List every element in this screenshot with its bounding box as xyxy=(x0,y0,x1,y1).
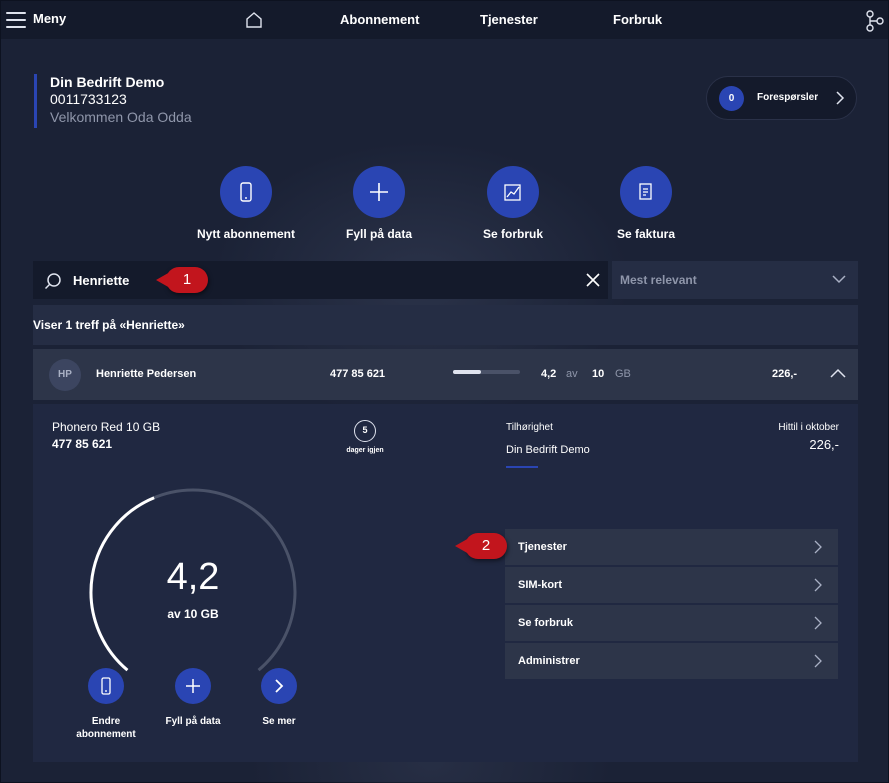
phone-icon xyxy=(220,166,272,218)
until-value: 226,- xyxy=(809,437,839,452)
menu-item-tjenester[interactable]: Tjenester xyxy=(505,529,838,565)
chart-icon xyxy=(487,166,539,218)
gauge-of-total: av 10 GB xyxy=(167,607,219,621)
quick-action-top-up-data[interactable]: Fyll på data xyxy=(324,166,434,241)
hierarchy-icon[interactable] xyxy=(865,10,885,32)
see-more-button[interactable]: Se mer xyxy=(234,668,324,728)
chevron-right-icon xyxy=(814,578,822,592)
company-name: Din Bedrift Demo xyxy=(50,74,165,90)
sort-selected-value: Mest relevant xyxy=(620,273,697,287)
days-left: 5 dager igjen xyxy=(343,420,387,454)
results-summary-bar: Viser 1 treff på «Henriette» xyxy=(33,305,858,345)
hamburger-menu-icon[interactable] xyxy=(6,12,26,28)
requests-button[interactable]: 0 Forespørsler xyxy=(706,76,857,120)
subscription-row[interactable]: HP Henriette Pedersen 477 85 621 4,2 av … xyxy=(33,349,858,400)
change-subscription-button[interactable]: Endre abonnement xyxy=(61,668,151,741)
subscriber-phone: 477 85 621 xyxy=(330,368,386,380)
menu-item-label: SIM-kort xyxy=(518,579,562,591)
subscription-detail-panel: Phonero Red 10 GB 477 85 621 5 dager igj… xyxy=(33,404,858,762)
plus-icon xyxy=(353,166,405,218)
plan-name: Phonero Red 10 GB xyxy=(52,420,161,434)
usage-progress-fill xyxy=(453,370,482,374)
usage-unit: GB xyxy=(615,368,631,380)
menu-item-label: Tjenester xyxy=(518,541,567,553)
close-icon[interactable] xyxy=(585,272,601,288)
callout-marker-1: 1 xyxy=(156,267,208,293)
top-up-data-button[interactable]: Fyll på data xyxy=(148,668,238,728)
quick-action-label: Nytt abonnement xyxy=(196,227,295,241)
callout-marker-2: 2 xyxy=(455,533,507,559)
menu-item-sim-kort[interactable]: SIM-kort xyxy=(505,567,838,603)
results-summary: Viser 1 treff på «Henriette» xyxy=(33,318,185,332)
company-header: Din Bedrift Demo 0011733123 Velkommen Od… xyxy=(34,74,192,128)
days-left-count: 5 xyxy=(354,420,376,442)
menu-item-label: Se forbruk xyxy=(518,617,574,629)
plan-phone: 477 85 621 xyxy=(52,437,113,451)
quick-action-see-usage[interactable]: Se forbruk xyxy=(458,166,568,241)
nav-abonnement[interactable]: Abonnement xyxy=(340,12,419,27)
search-input[interactable] xyxy=(73,269,553,291)
action-label: Endre abonnement xyxy=(76,716,136,740)
gauge-value: 4,2 xyxy=(166,556,220,598)
quick-action-label: Se faktura xyxy=(616,227,676,241)
search-bar xyxy=(33,261,608,299)
nav-tjenester[interactable]: Tjenester xyxy=(480,12,538,27)
welcome-text: Velkommen Oda Odda xyxy=(50,109,192,125)
avatar: HP xyxy=(49,359,81,391)
subscriber-name: Henriette Pedersen xyxy=(96,368,197,380)
quick-action-see-invoice[interactable]: Se faktura xyxy=(591,166,701,241)
usage-progress-bar xyxy=(453,370,520,374)
belonging-label: Tilhørighet xyxy=(506,422,553,433)
chevron-up-icon[interactable] xyxy=(830,368,846,378)
phone-icon xyxy=(88,668,124,704)
search-icon xyxy=(44,273,61,290)
usage-of: av xyxy=(566,368,578,380)
action-label: Fyll på data xyxy=(165,716,221,727)
belonging-underline xyxy=(506,466,538,468)
chevron-right-icon xyxy=(836,91,845,105)
plus-icon xyxy=(175,668,211,704)
until-label: Hittil i oktober xyxy=(778,422,839,433)
row-amount: 226,- xyxy=(772,368,798,380)
quick-action-label: Se forbruk xyxy=(482,227,543,241)
belonging-value: Din Bedrift Demo xyxy=(506,444,590,456)
nav-forbruk[interactable]: Forbruk xyxy=(613,12,662,27)
subscription-menu: Tjenester SIM-kort Se forbruk Administre… xyxy=(505,529,838,681)
action-label: Se mer xyxy=(262,716,296,727)
menu-item-administrer[interactable]: Administrer xyxy=(505,643,838,679)
requests-label: Forespørsler xyxy=(757,92,819,103)
menu-item-label: Administrer xyxy=(518,655,580,667)
home-icon[interactable] xyxy=(245,11,263,29)
menu-item-se-forbruk[interactable]: Se forbruk xyxy=(505,605,838,641)
top-navigation: Meny Abonnement Tjenester Forbruk xyxy=(1,1,888,39)
chevron-right-icon xyxy=(814,616,822,630)
chevron-right-icon xyxy=(261,668,297,704)
requests-count-badge: 0 xyxy=(719,86,744,111)
menu-label[interactable]: Meny xyxy=(33,11,66,26)
quick-action-new-subscription[interactable]: Nytt abonnement xyxy=(191,166,301,241)
days-left-label: dager igjen xyxy=(346,447,384,454)
usage-total: 10 xyxy=(592,368,605,380)
chevron-right-icon xyxy=(814,540,822,554)
company-number: 0011733123 xyxy=(50,91,127,107)
sort-dropdown[interactable]: Mest relevant xyxy=(612,261,858,299)
invoice-icon xyxy=(620,166,672,218)
chevron-right-icon xyxy=(814,654,822,668)
quick-action-label: Fyll på data xyxy=(345,227,413,241)
usage-used: 4,2 xyxy=(541,368,557,380)
chevron-down-icon xyxy=(832,275,846,284)
